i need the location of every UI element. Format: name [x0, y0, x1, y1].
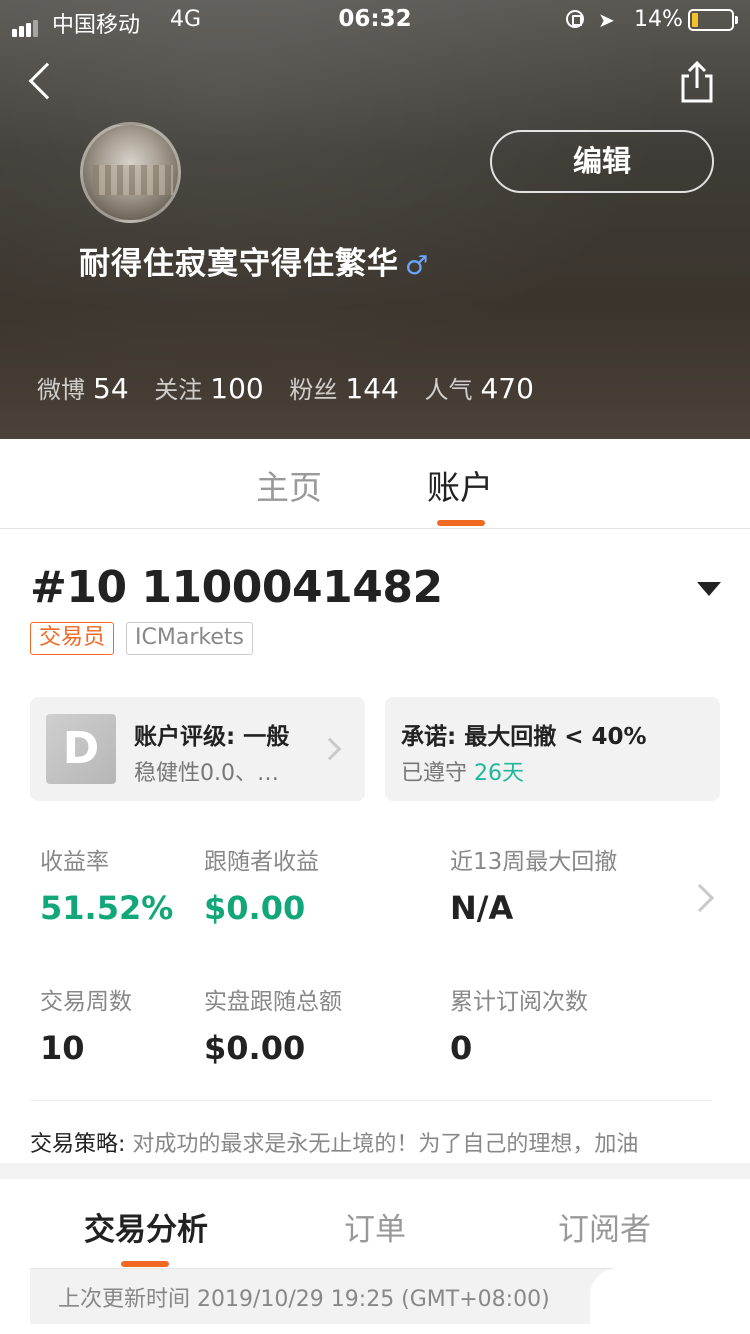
- metric-value-follow-total: $0.00: [204, 1029, 306, 1067]
- section-gap: [0, 1163, 750, 1179]
- tab-account[interactable]: 账户: [427, 461, 493, 509]
- strategy-text: 对成功的最求是永无止境的！为了自己的理想，加油: [132, 1132, 639, 1157]
- profile-header: 中国移动 4G 06:32 ➤ 14% 编辑 耐得住寂寞守得住繁华 ♂ 微博 54 …: [0, 0, 750, 439]
- rating-title: 账户评级: 一般: [134, 724, 290, 750]
- rotation-lock-icon: [566, 10, 584, 28]
- metric-label-subscriptions: 累计订阅次数: [450, 989, 588, 1015]
- active-bottom-tab-indicator: [121, 1261, 169, 1267]
- account-rating-card[interactable]: D 账户评级: 一般 稳健性0.0、…: [30, 697, 365, 801]
- metric-value-subscriptions: 0: [450, 1029, 473, 1067]
- chevron-right-icon: [318, 737, 342, 761]
- stat-label-followers[interactable]: 粉丝: [289, 376, 337, 404]
- battery-icon: [688, 9, 738, 31]
- metric-label-max-drawdown: 近13周最大回撤: [450, 849, 618, 875]
- share-icon[interactable]: [680, 60, 714, 104]
- promise-subtitle: 已遵守 26天: [401, 755, 524, 787]
- analysis-tabs: 交易分析 订单 订阅者: [0, 1179, 750, 1269]
- metric-value-return: 51.52%: [40, 889, 174, 927]
- active-tab-indicator: [437, 520, 485, 526]
- metric-label-trading-weeks: 交易周数: [40, 989, 132, 1015]
- promise-complied-label: 已遵守: [401, 761, 468, 786]
- location-icon: ➤: [598, 8, 615, 32]
- metric-value-trading-weeks: 10: [40, 1029, 85, 1067]
- profile-tabs: 主页 账户: [0, 439, 750, 529]
- stat-label-weibo[interactable]: 微博: [37, 376, 85, 404]
- metric-label-follow-total: 实盘跟随总额: [204, 989, 342, 1015]
- male-icon: ♂: [405, 251, 430, 281]
- edit-profile-button[interactable]: 编辑: [490, 130, 714, 193]
- username: 耐得住寂寞守得住繁华 ♂: [79, 238, 429, 283]
- metric-value-max-drawdown: N/A: [450, 889, 514, 927]
- strategy-label: 交易策略:: [30, 1132, 126, 1157]
- promise-days: 26天: [474, 761, 525, 786]
- tab-orders[interactable]: 订单: [344, 1204, 406, 1249]
- dropdown-icon[interactable]: [697, 582, 721, 596]
- metric-label-return: 收益率: [40, 849, 109, 875]
- status-bar: 中国移动 4G 06:32 ➤ 14%: [0, 0, 750, 40]
- tab-home[interactable]: 主页: [256, 461, 322, 509]
- account-id: #10 1100041482: [30, 562, 443, 613]
- metric-value-follower-profit: $0.00: [204, 889, 306, 927]
- role-badge: 交易员: [30, 622, 115, 655]
- last-updated-text: 上次更新时间 2019/10/29 19:25 (GMT+08:00): [58, 1287, 550, 1312]
- tab-trade-analysis[interactable]: 交易分析: [84, 1204, 208, 1249]
- updated-corner: [590, 1268, 720, 1324]
- stat-value-followers[interactable]: 144: [345, 372, 398, 405]
- profile-stats: 微博 54 关注 100 粉丝 144 人气 470: [37, 370, 552, 405]
- trading-strategy: 交易策略: 对成功的最求是永无止境的！为了自己的理想，加油: [30, 1126, 638, 1158]
- divider: [30, 1100, 712, 1101]
- tab-subscribers[interactable]: 订阅者: [558, 1204, 651, 1249]
- promise-card[interactable]: 承诺: 最大回撤 < 40% 已遵守 26天: [385, 697, 720, 801]
- stat-value-weibo[interactable]: 54: [93, 372, 129, 405]
- back-icon[interactable]: [28, 62, 66, 100]
- stat-value-following[interactable]: 100: [210, 372, 263, 405]
- avatar[interactable]: [80, 122, 181, 223]
- stat-label-popularity: 人气: [424, 376, 473, 404]
- stat-label-following[interactable]: 关注: [154, 376, 202, 404]
- broker-badge: ICMarkets: [126, 622, 253, 655]
- rating-subtitle: 稳健性0.0、…: [134, 761, 279, 786]
- battery-percent: 14%: [634, 7, 683, 32]
- grade-badge: D: [46, 714, 116, 784]
- chevron-right-icon[interactable]: [685, 883, 715, 913]
- stat-value-popularity: 470: [480, 372, 534, 405]
- promise-title: 承诺: 最大回撤 < 40%: [401, 724, 647, 750]
- metric-label-follower-profit: 跟随者收益: [204, 849, 319, 875]
- username-text: 耐得住寂寞守得住繁华: [79, 246, 399, 282]
